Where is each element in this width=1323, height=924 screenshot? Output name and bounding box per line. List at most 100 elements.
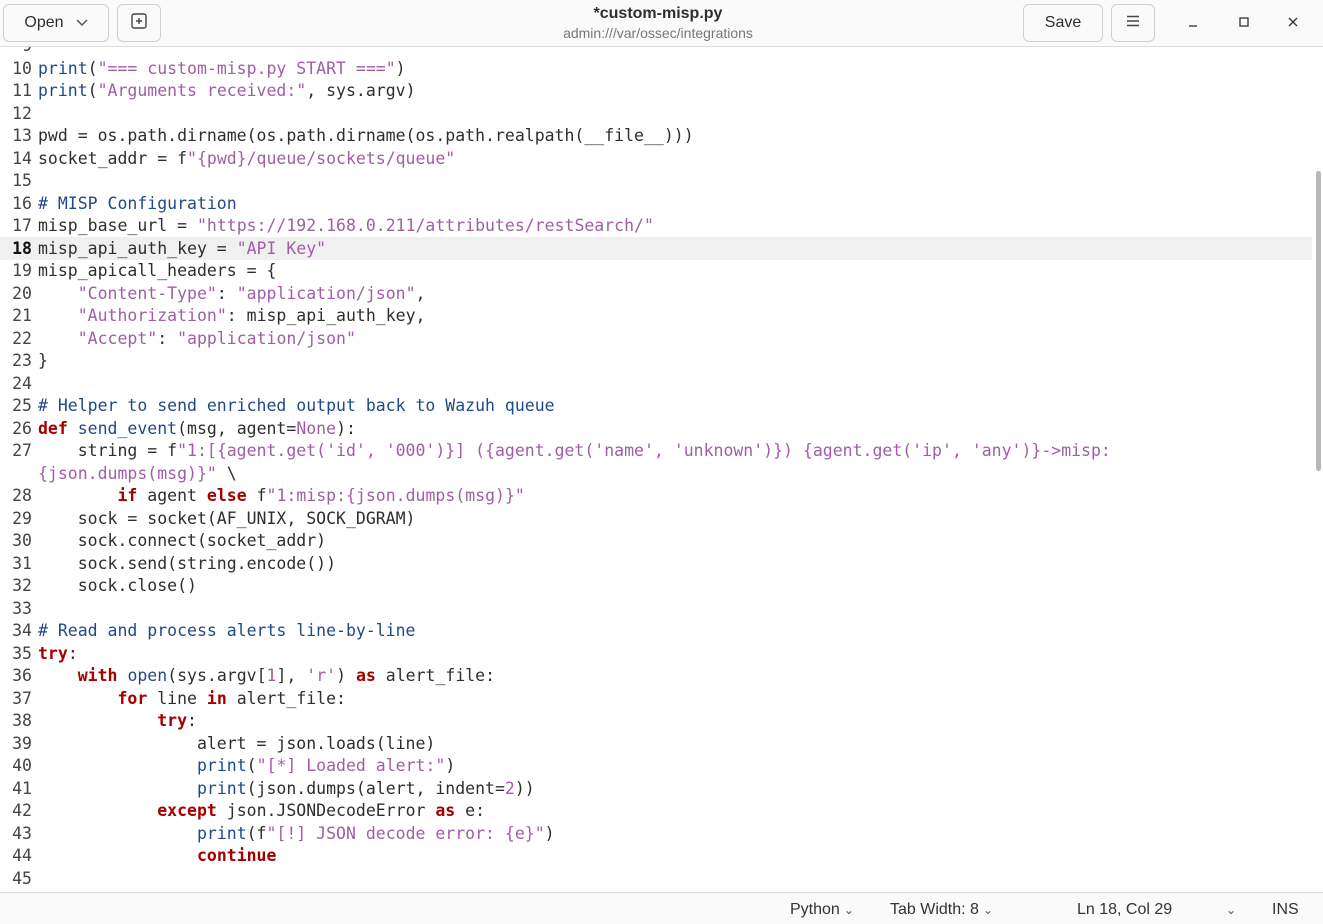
code-token: continue (196, 846, 277, 865)
code-token: as (435, 801, 456, 820)
close-icon (1287, 15, 1299, 32)
code-token: ) (395, 58, 406, 78)
code-token: ) (544, 823, 555, 843)
code-token: string = f (38, 441, 178, 460)
line-number: 13 (12, 126, 32, 145)
code-token: print (38, 81, 88, 100)
insert-mode-label: INS (1272, 901, 1299, 918)
line-number: 19 (12, 261, 32, 280)
vertical-scrollbar[interactable] (1316, 171, 1321, 471)
new-tab-button[interactable] (117, 4, 161, 42)
code-token: json.JSONDecodeError (216, 801, 436, 820)
code-token: 1 (266, 666, 277, 685)
line-code: "Content-Type": "application/json", (38, 283, 426, 306)
open-button-label: Open (24, 14, 64, 31)
line-number: 11 (12, 81, 32, 100)
code-token: print (196, 778, 247, 798)
code-token: "[*] Loaded alert:" (256, 756, 446, 775)
insert-mode-indicator[interactable]: INS (1272, 901, 1299, 919)
language-selector[interactable]: Python ⌄ (790, 901, 854, 919)
code-token: send_event (67, 418, 178, 438)
line-number: 30 (12, 531, 32, 550)
code-token: \ (216, 463, 237, 483)
code-token: # Read and process alerts line-by-line (38, 621, 416, 640)
title-area: *custom-misp.py admin:///var/ossec/integ… (458, 5, 858, 42)
line-code: "Accept": "application/json" (38, 328, 356, 351)
maximize-icon (1238, 15, 1250, 32)
chevron-down-icon: ⌄ (843, 903, 854, 917)
line-number: 17 (12, 216, 32, 235)
code-token: open (127, 666, 168, 685)
code-token: agent (137, 486, 207, 505)
line-code: string = f"1:[{agent.get('id', '000')}] … (38, 440, 1111, 463)
maximize-button[interactable] (1231, 10, 1257, 36)
line-code: socket_addr = f"{pwd}/queue/sockets/queu… (38, 148, 455, 171)
code-token: "Content-Type" (77, 283, 217, 303)
line-number: 20 (12, 283, 32, 303)
line-number: 18 (12, 238, 32, 258)
code-token: "1:misp:{json.dumps(msg)}" (266, 486, 525, 505)
code-token: , (415, 283, 426, 303)
line-code: pwd = os.path.dirname(os.path.dirname(os… (38, 125, 694, 148)
code-token: , sys.argv) (306, 81, 416, 100)
line-number: 16 (12, 193, 32, 213)
line-code: # Read and process alerts line-by-line (38, 620, 416, 643)
minimize-button[interactable] (1180, 10, 1206, 36)
line-number: 43 (12, 823, 32, 843)
line-number: 41 (12, 778, 32, 798)
code-token: alert_file: (375, 666, 496, 685)
line-code: try: (38, 710, 197, 733)
code-token: (sys.argv[ (167, 666, 267, 685)
cursor-position-label: Ln 18, Col 29 (1077, 901, 1173, 918)
line-code: for line in alert_file: (38, 688, 346, 711)
code-token: misp_base_url = (38, 216, 197, 235)
main-menu-button[interactable] (1111, 4, 1155, 42)
window-subtitle: admin:///var/ossec/integrations (563, 25, 753, 41)
code-token: : (216, 283, 237, 303)
code-token: : (157, 328, 178, 348)
line-number: 22 (12, 328, 32, 348)
line-number: 21 (12, 306, 32, 325)
code-token: "Accept" (77, 328, 158, 348)
code-token: sock.close() (38, 576, 197, 595)
code-token: "application/json" (236, 283, 416, 303)
code-token: ) (336, 666, 356, 685)
open-button[interactable]: Open (3, 4, 109, 42)
line-number: 39 (12, 733, 32, 753)
code-token: ( (87, 81, 98, 100)
line-number: 23 (12, 351, 32, 370)
tab-width-selector[interactable]: Tab Width: 8 ⌄ (890, 901, 993, 919)
header-bar: Open *custom-misp.py admin:///var/ossec/… (0, 0, 1323, 47)
code-token: in (206, 688, 227, 708)
code-token: misp_api_auth_key = (38, 238, 237, 258)
chevron-down-icon (76, 16, 88, 30)
line-number: 14 (12, 148, 32, 168)
save-button[interactable]: Save (1023, 4, 1103, 42)
code-token: as (355, 666, 376, 685)
line-number: 28 (12, 486, 32, 505)
code-token: : (187, 711, 197, 730)
code-editor[interactable]: 910print("=== custom-misp.py START ===")… (0, 47, 1323, 892)
line-code: if agent else f"1:misp:{json.dumps(msg)}… (38, 485, 525, 508)
line-number: 35 (12, 643, 32, 663)
code-token: # Helper to send enriched output back to… (38, 396, 555, 415)
code-token: ], (276, 666, 307, 685)
code-token: if (117, 486, 138, 505)
close-button[interactable] (1280, 10, 1306, 36)
line-number: 29 (12, 508, 32, 528)
hamburger-menu-icon (1126, 14, 1140, 32)
code-token: {json.dumps(msg)}" (38, 463, 217, 483)
line-code: print(json.dumps(alert, indent=2)) (38, 778, 535, 801)
line-code: except json.JSONDecodeError as e: (38, 800, 485, 823)
code-token: print (196, 823, 247, 843)
cursor-position[interactable]: Ln 18, Col 29 (1077, 901, 1172, 919)
code-token: line (147, 688, 207, 708)
code-token: None (296, 418, 337, 438)
position-menu-chevron[interactable]: ⌄ (1222, 901, 1236, 919)
line-number: 15 (12, 171, 32, 190)
line-number: 37 (12, 688, 32, 708)
